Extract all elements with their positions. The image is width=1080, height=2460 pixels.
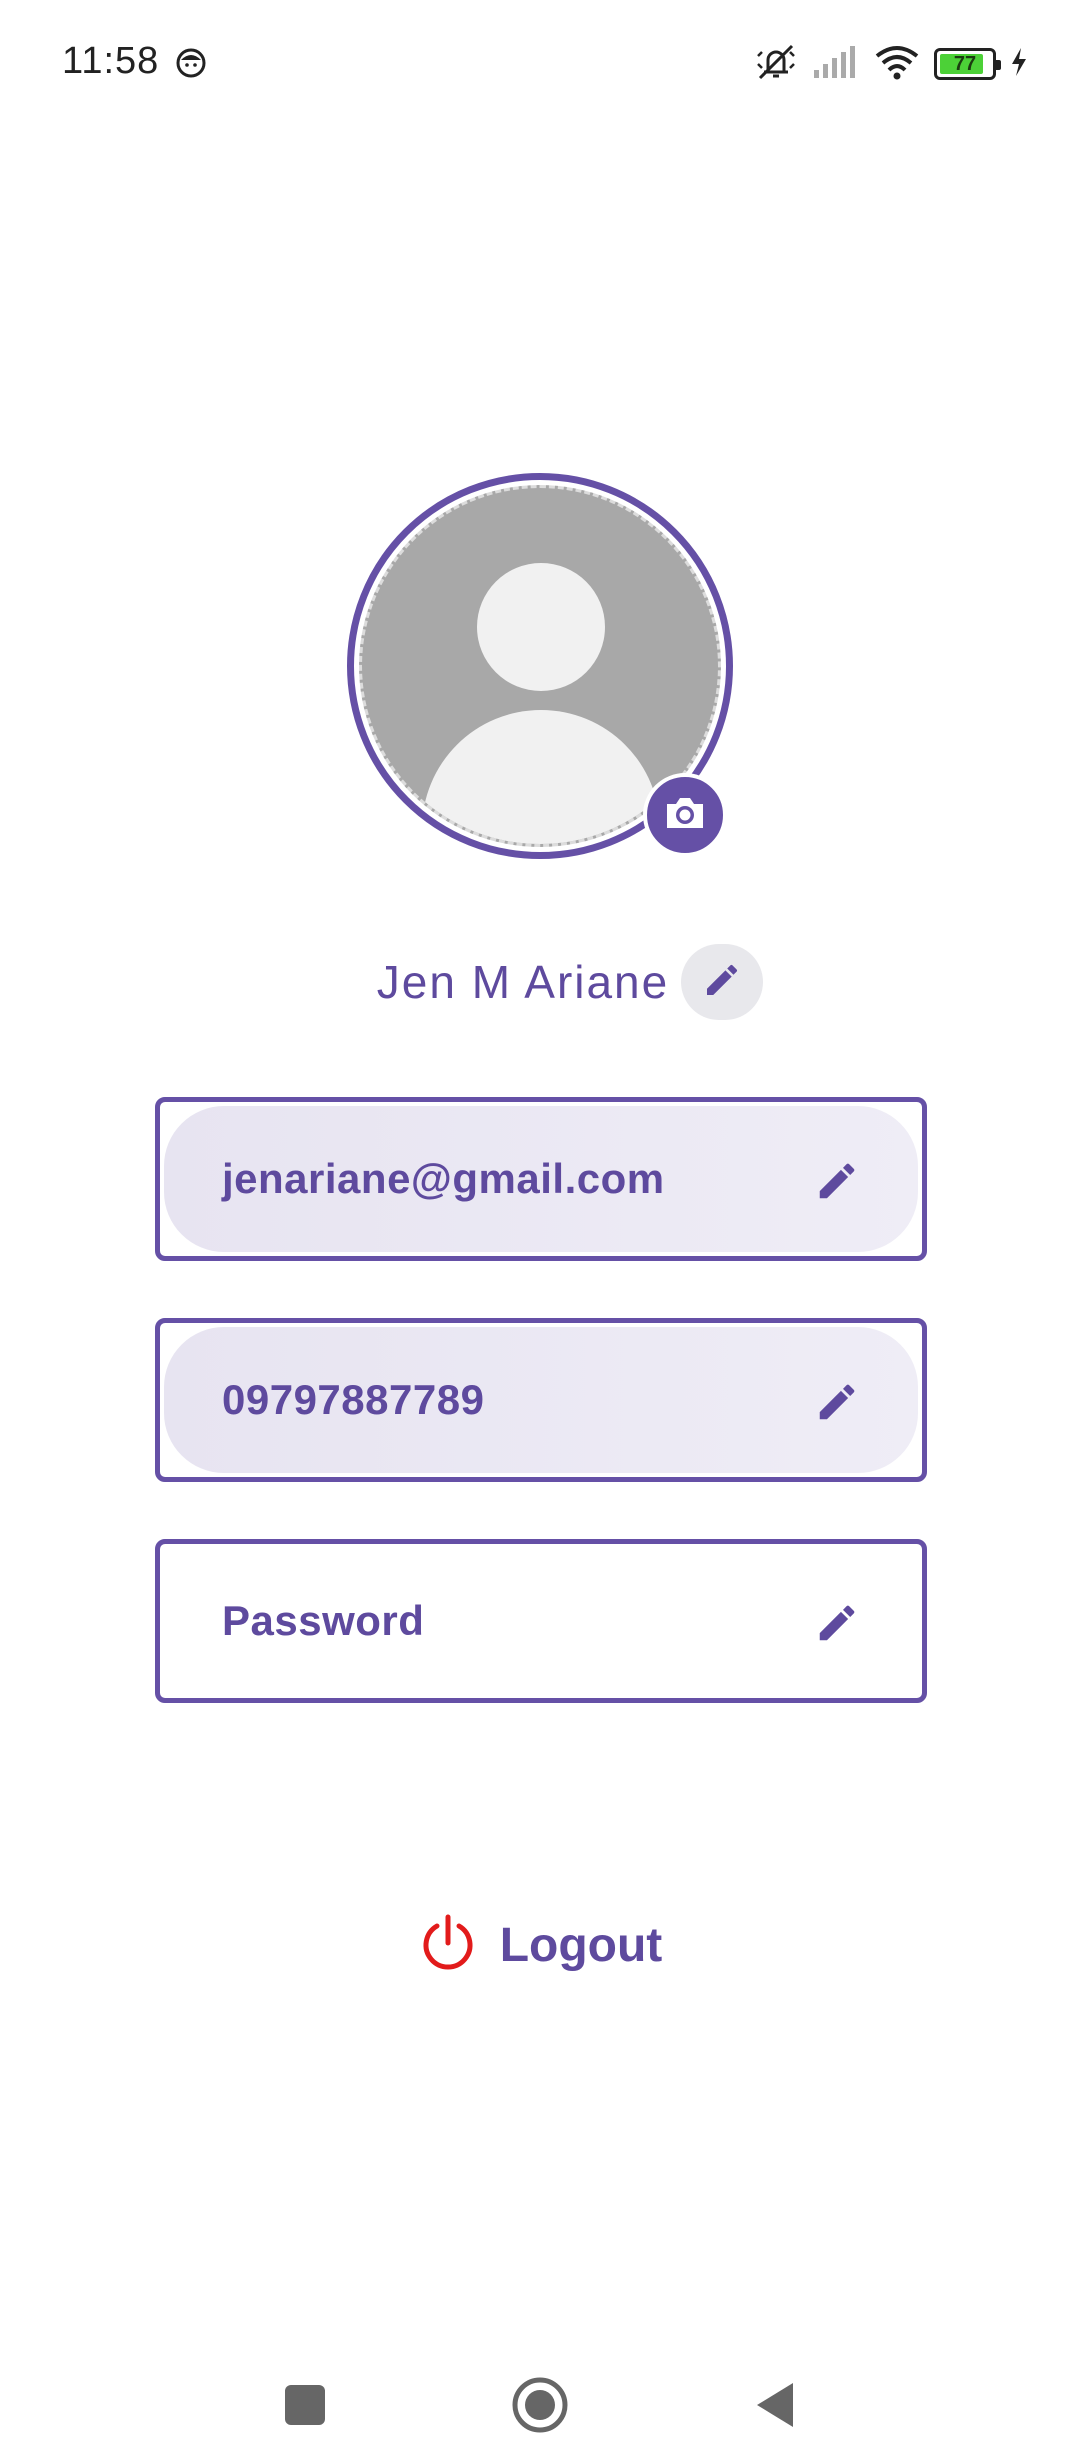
email-value: jenariane@gmail.com [222, 1155, 665, 1202]
status-bar: 11:58 77 [0, 0, 1080, 130]
home-button[interactable] [508, 2373, 572, 2437]
face-icon [176, 48, 206, 78]
battery-icon: 77 [934, 48, 1001, 80]
password-label: Password [222, 1597, 425, 1644]
recents-button[interactable] [273, 2373, 337, 2437]
change-photo-button[interactable] [643, 773, 727, 857]
status-time: 11:58 [62, 40, 160, 82]
signal-icon [812, 44, 860, 85]
power-icon [418, 1913, 478, 1978]
edit-name-button[interactable] [681, 944, 764, 1020]
profile-name-row: Jen M Ariane [0, 942, 1080, 1022]
camera-icon [663, 794, 707, 837]
pencil-icon[interactable] [814, 1379, 860, 1425]
profile-screen: 11:58 77 Jen M Ariane jenariane@gmail.co… [0, 0, 1080, 2460]
email-field[interactable]: jenariane@gmail.com [155, 1097, 927, 1261]
back-button[interactable] [743, 2373, 807, 2437]
system-navigation-bar [0, 2355, 1080, 2455]
pencil-icon[interactable] [814, 1600, 860, 1646]
charging-icon [1010, 47, 1028, 82]
avatar-body [422, 710, 660, 844]
phone-value: 09797887789 [222, 1376, 485, 1423]
wifi-icon [874, 44, 920, 85]
avatar-head [477, 563, 605, 691]
battery-level: 77 [953, 52, 977, 75]
logout-button[interactable]: Logout [0, 1900, 1080, 1990]
phone-field[interactable]: 09797887789 [155, 1318, 927, 1482]
password-field[interactable]: Password [155, 1539, 927, 1703]
mute-icon [754, 42, 798, 87]
logout-label: Logout [499, 1918, 663, 1972]
profile-avatar[interactable] [347, 473, 733, 859]
profile-name: Jen M Ariane [376, 956, 670, 1008]
status-icons: 77 [754, 44, 1028, 84]
pencil-icon[interactable] [814, 1158, 860, 1204]
pencil-icon [702, 960, 742, 1005]
